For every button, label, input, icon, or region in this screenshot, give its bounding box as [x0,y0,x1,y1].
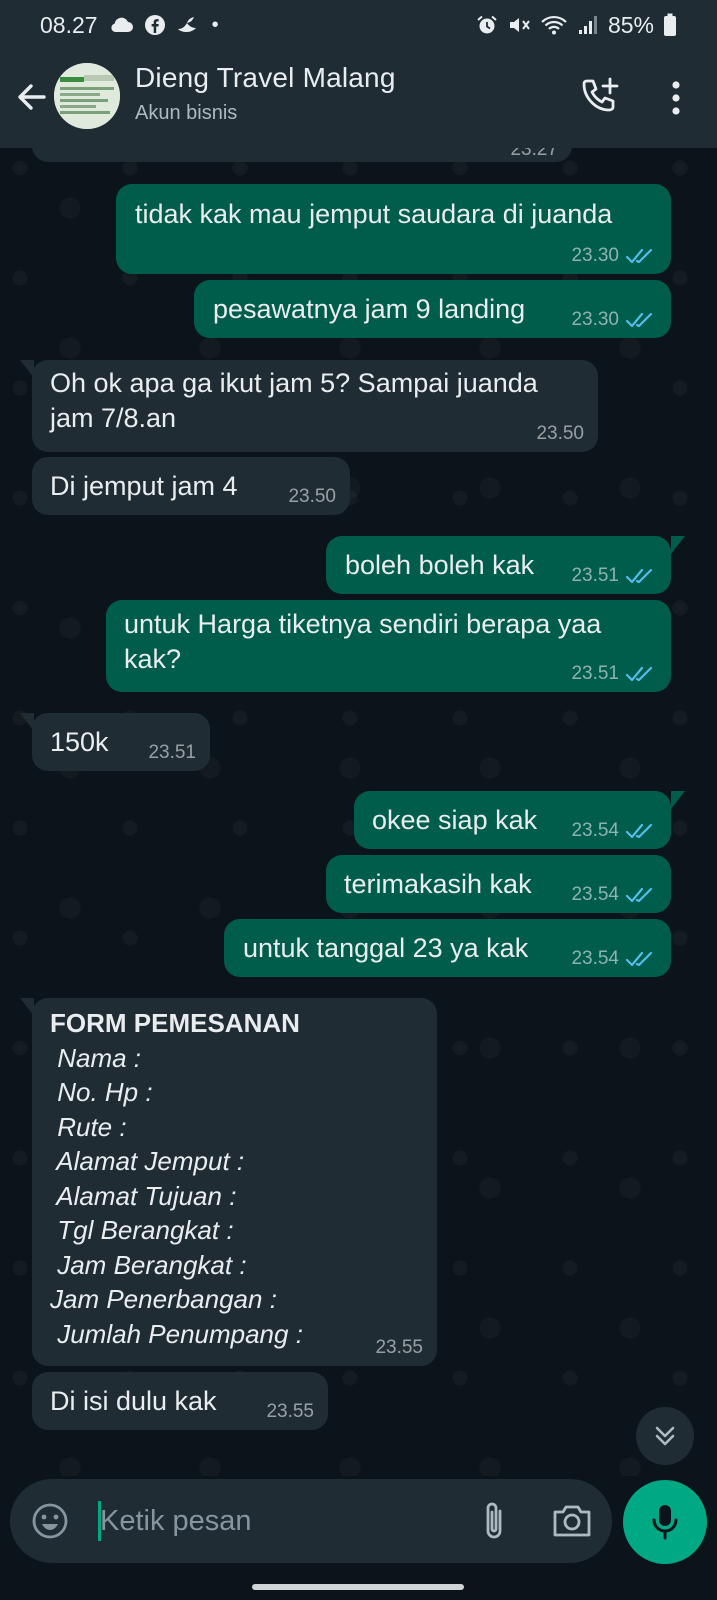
back-arrow-icon[interactable] [12,77,52,117]
message-meta: 23.30 [571,310,657,330]
form-field-jam-berangkat: Jam Berangkat : [50,1249,247,1280]
message-meta: 23.50 [288,487,336,507]
message-bubble-incoming[interactable]: 23.27 [32,148,572,162]
message-time: 23.54 [571,820,619,841]
form-field-rute: Rute : [50,1111,127,1142]
status-right: 85% [476,12,677,39]
mic-icon [652,1505,678,1540]
chat-area[interactable]: 23.27 tidak kak mau jemput saudara di ju… [0,148,717,1476]
bubble-tail [671,791,685,809]
chat-title-block[interactable]: Dieng Travel Malang Akun bisnis [135,62,396,125]
add-call-icon[interactable] [578,75,622,119]
read-ticks-icon [625,887,653,903]
status-time: 08.27 [40,11,98,38]
message-time: 23.51 [148,742,196,763]
form-field-tgl-berangkat: Tgl Berangkat : [50,1215,234,1245]
message-meta: 23.55 [375,1338,423,1358]
emoji-icon[interactable] [30,1501,70,1541]
message-meta: 23.51 [148,743,196,763]
message-bubble-incoming[interactable]: Di isi dulu kak 23.55 [32,1372,328,1430]
message-bubble-outgoing[interactable]: okee siap kak 23.54 [354,791,671,849]
message-bubble-outgoing[interactable]: pesawatnya jam 9 landing 23.30 [194,280,671,338]
message-bubble-outgoing[interactable]: tidak kak mau jemput saudara di juanda 2… [116,184,671,274]
message-bubble-outgoing[interactable]: untuk Harga tiketnya sendiri berapa yaa … [106,600,671,692]
message-meta: 23.54 [571,885,657,905]
message-time: 23.51 [571,663,619,684]
wifi-icon [541,15,567,35]
attach-icon[interactable] [478,1499,512,1543]
message-time: 23.55 [266,1401,314,1422]
message-text: tidak kak mau jemput saudara di juanda [135,199,613,229]
scroll-down-button[interactable] [636,1407,694,1465]
more-vert-icon[interactable] [658,76,694,120]
chat-title: Dieng Travel Malang [135,62,396,93]
message-bubble-outgoing[interactable]: untuk tanggal 23 ya kak 23.54 [224,919,671,977]
read-ticks-icon [625,248,653,264]
status-left: 08.27 • [40,12,219,39]
message-text: Oh ok apa ga ikut jam 5? Sampai juanda j… [50,368,538,433]
read-ticks-icon [625,666,653,682]
form-field-no-hp: No. Hp : [50,1077,153,1107]
message-time: 23.54 [571,884,619,905]
signal-icon [578,16,597,34]
avatar-image [54,63,120,129]
bird-icon [177,17,196,32]
bubble-tail [671,536,685,554]
read-ticks-icon [625,312,653,328]
read-ticks-icon [625,568,653,584]
message-meta: 23.54 [571,821,657,841]
chat-header: Dieng Travel Malang Akun bisnis [0,50,717,148]
compose-bar [10,1479,612,1563]
avatar[interactable] [54,63,120,129]
cloud-icon [110,17,133,32]
message-time: 23.50 [536,423,584,444]
status-dot: • [211,14,219,36]
message-bubble-incoming[interactable]: FORM PEMESANAN Nama : No. Hp : Rute : Al… [32,998,437,1366]
form-field-nama: Nama : [50,1042,142,1073]
facebook-icon [144,15,165,35]
message-input[interactable] [92,1479,452,1563]
form-field-jam-penerbangan: Jam Penerbangan : [50,1284,277,1314]
message-bubble-incoming[interactable]: 150k 23.51 [32,713,210,771]
message-time: 23.30 [571,309,619,330]
form-field-alamat-tujuan: Alamat Tujuan : [50,1180,237,1211]
camera-icon[interactable] [550,1501,594,1541]
read-ticks-icon [625,951,653,967]
message-meta: 23.51 [571,566,657,586]
system-nav-bar [0,1566,717,1600]
message-meta: 23.50 [536,424,584,444]
message-bubble-outgoing[interactable]: terimakasih kak 23.54 [326,855,671,913]
message-time: 23.50 [288,486,336,507]
message-time: 23.27 [510,148,558,160]
mute-icon [509,18,530,32]
message-meta: 23.54 [571,949,657,969]
battery-percent: 85% [607,11,654,38]
message-bubble-incoming[interactable]: Oh ok apa ga ikut jam 5? Sampai juanda j… [32,360,598,452]
message-time: 23.55 [375,1337,423,1358]
message-meta: 23.27 [510,148,558,160]
read-ticks-icon [625,823,653,839]
message-meta: 23.55 [266,1402,314,1422]
message-meta: 23.51 [571,664,657,684]
message-time: 23.51 [571,565,619,586]
chat-subtitle: Akun bisnis [135,102,238,124]
form-title: FORM PEMESANAN [50,1008,300,1038]
message-bubble-incoming[interactable]: Di jemput jam 4 23.50 [32,457,350,515]
message-time: 23.30 [571,245,619,266]
message-time: 23.54 [571,948,619,969]
mic-button[interactable] [623,1480,707,1564]
home-gesture-pill[interactable] [252,1584,464,1590]
status-bar: 08.27 • 85% [0,0,717,50]
message-bubble-outgoing[interactable]: boleh boleh kak 23.51 [326,536,671,594]
scroll-down-icon [655,1426,675,1446]
battery-icon [664,13,676,36]
form-field-alamat-jemput: Alamat Jemput : [50,1146,245,1176]
alarm-icon [477,15,497,34]
message-meta: 23.30 [571,246,657,266]
